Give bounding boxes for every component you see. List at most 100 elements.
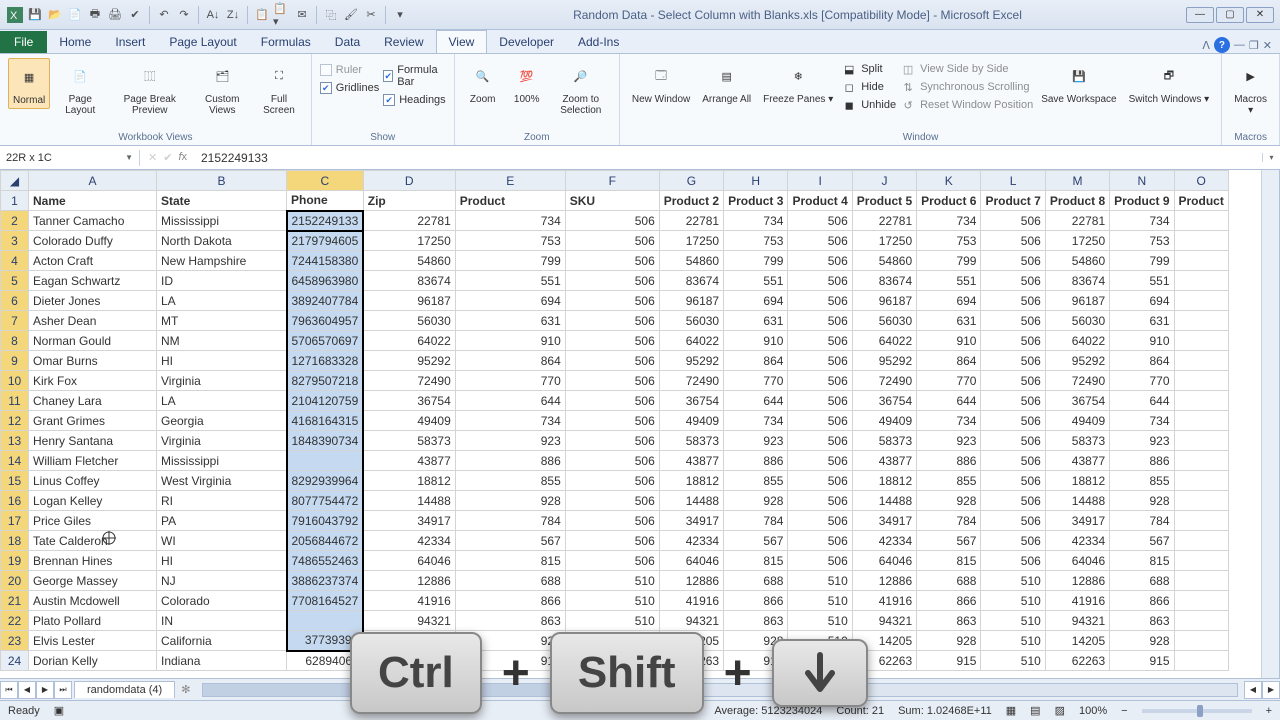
- switch-windows-button[interactable]: 🗗Switch Windows ▾: [1125, 58, 1214, 107]
- cell[interactable]: Phone: [287, 191, 364, 211]
- row-header-5[interactable]: 5: [1, 271, 29, 291]
- cell[interactable]: 506: [981, 471, 1045, 491]
- cell[interactable]: Acton Craft: [29, 251, 157, 271]
- tab-first-button[interactable]: ⏮: [0, 681, 18, 699]
- cell[interactable]: 96187: [852, 291, 916, 311]
- cell[interactable]: [1174, 571, 1228, 591]
- zoom-button[interactable]: 🔍Zoom: [463, 58, 503, 107]
- cell[interactable]: 510: [981, 571, 1045, 591]
- cell[interactable]: Omar Burns: [29, 351, 157, 371]
- view-page-layout-icon[interactable]: ▤: [1030, 704, 1040, 717]
- macros-button[interactable]: ▶Macros ▾: [1230, 58, 1271, 118]
- cell[interactable]: [1174, 651, 1228, 671]
- cell[interactable]: 96187: [659, 291, 723, 311]
- cell[interactable]: 34917: [852, 511, 916, 531]
- unhide-button[interactable]: ◼Unhide: [841, 97, 896, 113]
- cell[interactable]: [1174, 211, 1228, 231]
- row-header-19[interactable]: 19: [1, 551, 29, 571]
- cell[interactable]: Plato Pollard: [29, 611, 157, 631]
- cell[interactable]: 863: [1110, 611, 1174, 631]
- cell[interactable]: 7486552463: [287, 551, 364, 571]
- cell[interactable]: Product 5: [852, 191, 916, 211]
- row-header-4[interactable]: 4: [1, 251, 29, 271]
- cell[interactable]: 2152249133: [287, 211, 364, 231]
- cell[interactable]: 506: [788, 391, 852, 411]
- cell[interactable]: 41916: [659, 591, 723, 611]
- cell[interactable]: 694: [724, 291, 788, 311]
- cell[interactable]: 506: [565, 291, 659, 311]
- cell[interactable]: 43877: [363, 451, 455, 471]
- zoom-100-button[interactable]: 💯100%: [507, 58, 547, 107]
- cell[interactable]: 815: [917, 551, 981, 571]
- cancel-icon[interactable]: ✕: [148, 151, 157, 164]
- cell[interactable]: 510: [788, 611, 852, 631]
- row-header-3[interactable]: 3: [1, 231, 29, 251]
- cell[interactable]: 14488: [852, 491, 916, 511]
- cell[interactable]: [1174, 471, 1228, 491]
- cell[interactable]: 506: [981, 351, 1045, 371]
- cell[interactable]: Virginia: [157, 431, 287, 451]
- cell[interactable]: 14488: [659, 491, 723, 511]
- minimize-ribbon-icon[interactable]: ᐱ: [1202, 39, 1210, 52]
- cell[interactable]: 7916043792: [287, 511, 364, 531]
- new-icon[interactable]: 📄: [66, 6, 84, 24]
- cell[interactable]: 62263: [1045, 651, 1109, 671]
- cell[interactable]: 34917: [1045, 511, 1109, 531]
- cell[interactable]: 17250: [363, 231, 455, 251]
- cell[interactable]: 54860: [1045, 251, 1109, 271]
- cell[interactable]: Zip: [363, 191, 455, 211]
- cell[interactable]: 815: [724, 551, 788, 571]
- cell[interactable]: 506: [788, 551, 852, 571]
- cell[interactable]: 22781: [1045, 211, 1109, 231]
- cell[interactable]: Tate Calderon: [29, 531, 157, 551]
- format-painter-icon[interactable]: 🖌: [342, 6, 360, 24]
- cell[interactable]: 506: [565, 531, 659, 551]
- cell[interactable]: 49409: [363, 411, 455, 431]
- cell[interactable]: 510: [981, 651, 1045, 671]
- cell[interactable]: 886: [917, 451, 981, 471]
- enter-icon[interactable]: ✔: [163, 151, 172, 164]
- cell[interactable]: 506: [788, 271, 852, 291]
- cell[interactable]: 95292: [1045, 351, 1109, 371]
- cell[interactable]: HI: [157, 551, 287, 571]
- cell[interactable]: Product 8: [1045, 191, 1109, 211]
- col-header-D[interactable]: D: [363, 171, 455, 191]
- cell[interactable]: 94321: [852, 611, 916, 631]
- cell[interactable]: 644: [917, 391, 981, 411]
- cell[interactable]: Asher Dean: [29, 311, 157, 331]
- cell[interactable]: 734: [455, 411, 565, 431]
- cell[interactable]: Georgia: [157, 411, 287, 431]
- cell[interactable]: 42334: [852, 531, 916, 551]
- cell[interactable]: 644: [1110, 391, 1174, 411]
- hscroll-left-button[interactable]: ◀: [1244, 681, 1262, 699]
- cell[interactable]: 72490: [363, 371, 455, 391]
- cell[interactable]: Grant Grimes: [29, 411, 157, 431]
- cell[interactable]: LA: [157, 391, 287, 411]
- cell[interactable]: 36754: [1045, 391, 1109, 411]
- cell[interactable]: 54860: [363, 251, 455, 271]
- cell[interactable]: 506: [981, 371, 1045, 391]
- zoom-out-button[interactable]: −: [1121, 705, 1127, 717]
- cell[interactable]: 18812: [363, 471, 455, 491]
- col-header-E[interactable]: E: [455, 171, 565, 191]
- cell[interactable]: 64046: [1045, 551, 1109, 571]
- cell[interactable]: 83674: [659, 271, 723, 291]
- cell[interactable]: 567: [455, 531, 565, 551]
- cell[interactable]: 506: [565, 331, 659, 351]
- cell[interactable]: 22781: [363, 211, 455, 231]
- cell[interactable]: 2056844672: [287, 531, 364, 551]
- copy-icon[interactable]: ⿻: [322, 6, 340, 24]
- cell[interactable]: 64022: [363, 331, 455, 351]
- cell[interactable]: 6458963980: [287, 271, 364, 291]
- zoom-in-button[interactable]: +: [1266, 705, 1272, 717]
- cell[interactable]: 2104120759: [287, 391, 364, 411]
- vertical-scrollbar[interactable]: [1261, 170, 1279, 678]
- zoom-to-selection-button[interactable]: 🔎Zoom to Selection: [551, 58, 611, 118]
- cell[interactable]: 734: [1110, 211, 1174, 231]
- cell[interactable]: Tanner Camacho: [29, 211, 157, 231]
- cell[interactable]: 753: [724, 231, 788, 251]
- cell[interactable]: 506: [788, 491, 852, 511]
- paste-icon[interactable]: 📋: [253, 6, 271, 24]
- cell[interactable]: 8279507218: [287, 371, 364, 391]
- cell[interactable]: Product 2: [659, 191, 723, 211]
